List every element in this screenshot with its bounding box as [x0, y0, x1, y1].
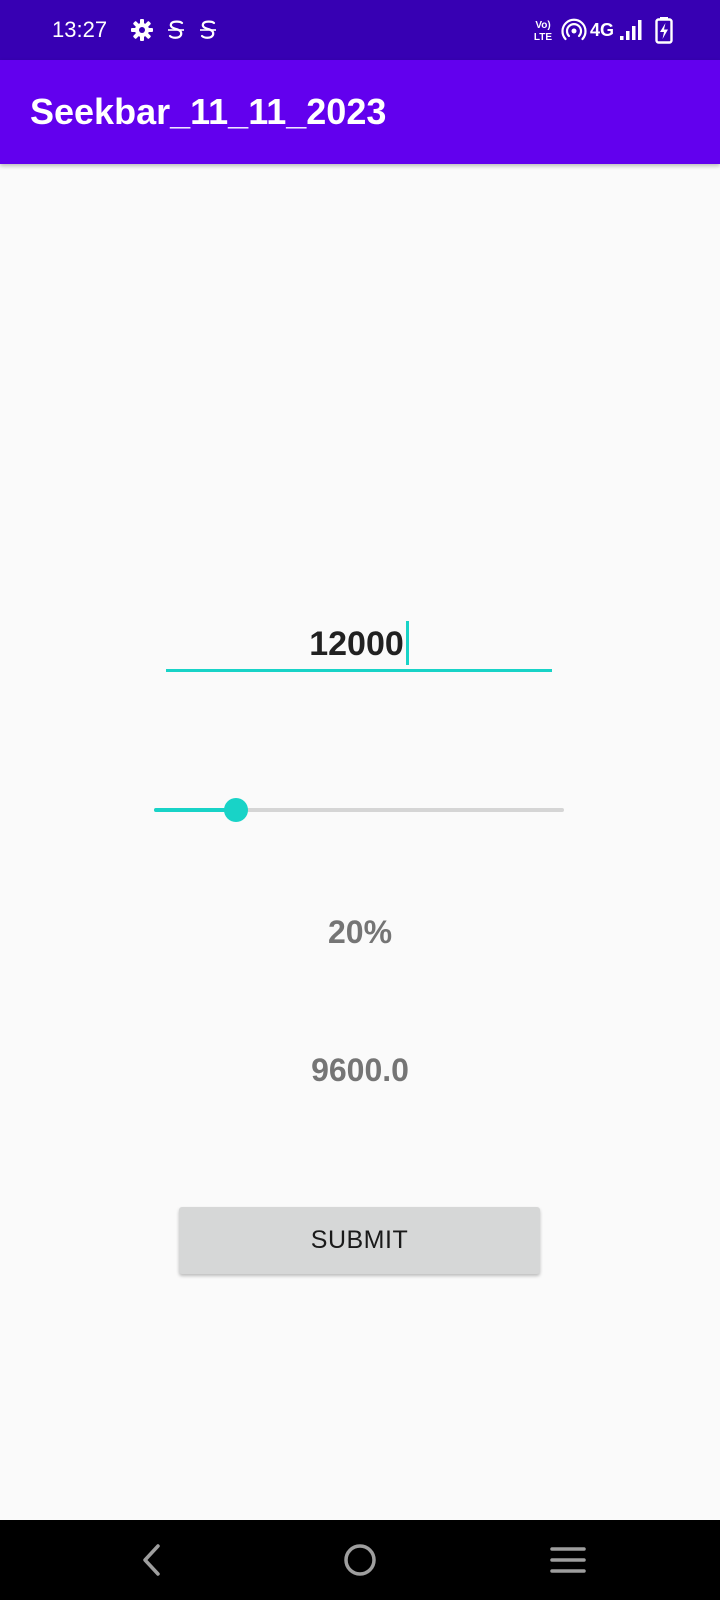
result-label: 9600.0	[311, 1052, 409, 1088]
network-4g-icon: 4G	[590, 20, 615, 40]
gear-icon	[131, 19, 153, 41]
signal-icon	[620, 20, 642, 40]
battery-charging-icon	[655, 17, 673, 44]
back-icon[interactable]	[133, 1540, 173, 1580]
seekbar[interactable]	[154, 790, 564, 830]
status-bar: 13:27 Vo) LTE 4G	[0, 0, 720, 60]
app-bar: Seekbar_11_11_2023	[0, 60, 720, 164]
svg-text:Vo): Vo)	[535, 20, 550, 31]
amount-input-value[interactable]: 12000	[166, 621, 552, 666]
volte-icon: Vo) LTE	[534, 20, 552, 43]
hotspot-icon	[561, 18, 587, 41]
recents-icon[interactable]	[548, 1540, 588, 1580]
submit-button[interactable]: SUBMIT	[179, 1207, 540, 1274]
status-time: 13:27	[52, 17, 108, 42]
percent-label: 20%	[327, 914, 393, 950]
home-icon[interactable]	[340, 1540, 380, 1580]
s-notification-icon	[168, 20, 184, 39]
navigation-bar	[0, 1520, 720, 1600]
amount-input-text: 12000	[309, 625, 404, 663]
seekbar-thumb[interactable]	[224, 798, 248, 822]
svg-text:LTE: LTE	[534, 32, 552, 43]
text-cursor	[405, 621, 409, 666]
s-notification-icon	[200, 20, 216, 39]
app-title: Seekbar_11_11_2023	[30, 91, 387, 132]
amount-input[interactable]: 12000	[166, 620, 552, 672]
